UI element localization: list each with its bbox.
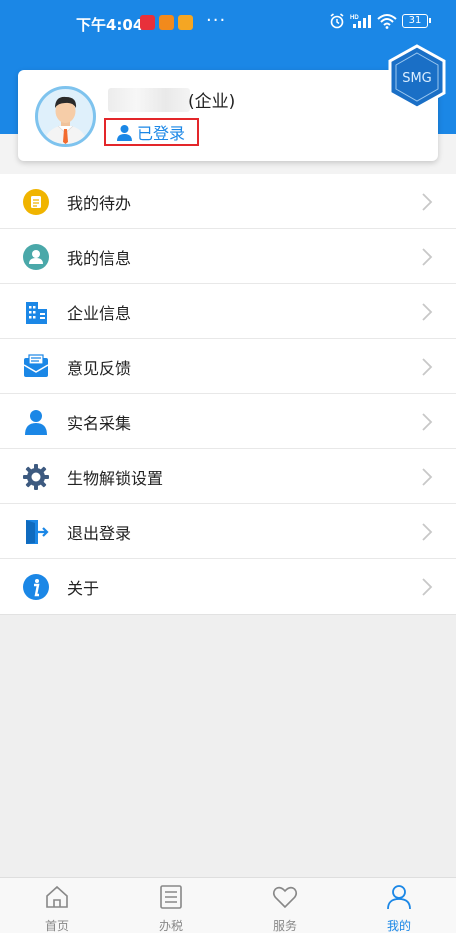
building-icon [26, 302, 47, 324]
menu-item-label: 我的待办 [67, 194, 132, 213]
menu-item-label: 实名采集 [67, 414, 132, 433]
notification-icons [140, 15, 193, 30]
svg-text:HD: HD [350, 15, 359, 21]
menu-item-label: 企业信息 [67, 304, 132, 323]
menu-item-my-info[interactable]: 我的信息 [0, 229, 456, 284]
smg-logo-text: SMG [402, 71, 432, 86]
menu-item-biometric[interactable]: 生物解锁设置 [0, 449, 456, 504]
tab-label: 首页 [44, 919, 69, 933]
feedback-icon [23, 354, 49, 377]
weibo-app-icon [159, 15, 174, 30]
avatar-person-icon [44, 96, 87, 144]
chevron-right-icon [422, 468, 433, 486]
bottom-tab-bar: 首页 办税 服务 我的 [0, 877, 456, 933]
tab-service[interactable]: 服务 [228, 878, 342, 933]
menu-item-label: 关于 [67, 579, 100, 598]
chevron-right-icon [422, 578, 433, 596]
news-app-icon [140, 15, 155, 30]
more-notifications: ··· [206, 10, 227, 31]
chevron-right-icon [422, 248, 433, 266]
menu-list: 我的待办 我的信息 企业信息 意见反馈 实名采集 生物解锁设置 退出登录 关于 [0, 174, 456, 615]
signal-icon: HD [350, 15, 371, 28]
logout-icon [26, 520, 49, 544]
tab-label: 我的 [386, 919, 411, 933]
chevron-right-icon [422, 193, 433, 211]
tab-tax[interactable]: 办税 [114, 878, 228, 933]
wifi-icon [377, 14, 397, 29]
user-icon [117, 124, 132, 141]
login-status-badge: 已登录 [104, 118, 199, 146]
tab-mine[interactable]: 我的 [342, 878, 456, 933]
menu-item-label: 我的信息 [67, 249, 132, 268]
profile-card[interactable]: (企业) 已登录 [18, 70, 438, 161]
menu-item-about[interactable]: 关于 [0, 559, 456, 614]
login-status-text: 已登录 [137, 124, 186, 143]
chevron-right-icon [422, 523, 433, 541]
status-time: 下午4:04 [76, 16, 144, 34]
menu-item-label: 意见反馈 [67, 359, 132, 378]
tab-home[interactable]: 首页 [0, 878, 114, 933]
battery-indicator: 31 [402, 14, 431, 28]
user-name-redacted [108, 88, 190, 112]
menu-item-label: 退出登录 [67, 524, 132, 543]
menu-item-feedback[interactable]: 意见反馈 [0, 339, 456, 394]
company-type-label: (企业) [188, 92, 236, 112]
chevron-right-icon [422, 358, 433, 376]
home-icon [46, 885, 68, 908]
profile-icon [387, 885, 411, 910]
heart-icon [272, 886, 298, 909]
menu-item-label: 生物解锁设置 [67, 469, 164, 488]
message-app-icon [178, 15, 193, 30]
menu-item-todo[interactable]: 我的待办 [0, 174, 456, 229]
info-icon [23, 574, 49, 600]
menu-item-company-info[interactable]: 企业信息 [0, 284, 456, 339]
menu-item-real-name[interactable]: 实名采集 [0, 394, 456, 449]
status-indicators: HD 31 [329, 13, 431, 29]
smg-logo: SMG [388, 44, 446, 110]
list-icon [160, 885, 182, 909]
avatar[interactable] [35, 86, 96, 147]
person-icon [25, 410, 47, 435]
menu-item-logout[interactable]: 退出登录 [0, 504, 456, 559]
chevron-right-icon [422, 303, 433, 321]
todo-icon [23, 189, 49, 215]
user-info-icon [23, 244, 49, 270]
alarm-icon [330, 13, 344, 29]
tab-label: 服务 [272, 919, 297, 933]
status-bar: 下午4:04 ··· HD 31 [0, 0, 456, 46]
chevron-right-icon [422, 413, 433, 431]
gear-icon [23, 464, 49, 490]
tab-label: 办税 [158, 919, 183, 933]
